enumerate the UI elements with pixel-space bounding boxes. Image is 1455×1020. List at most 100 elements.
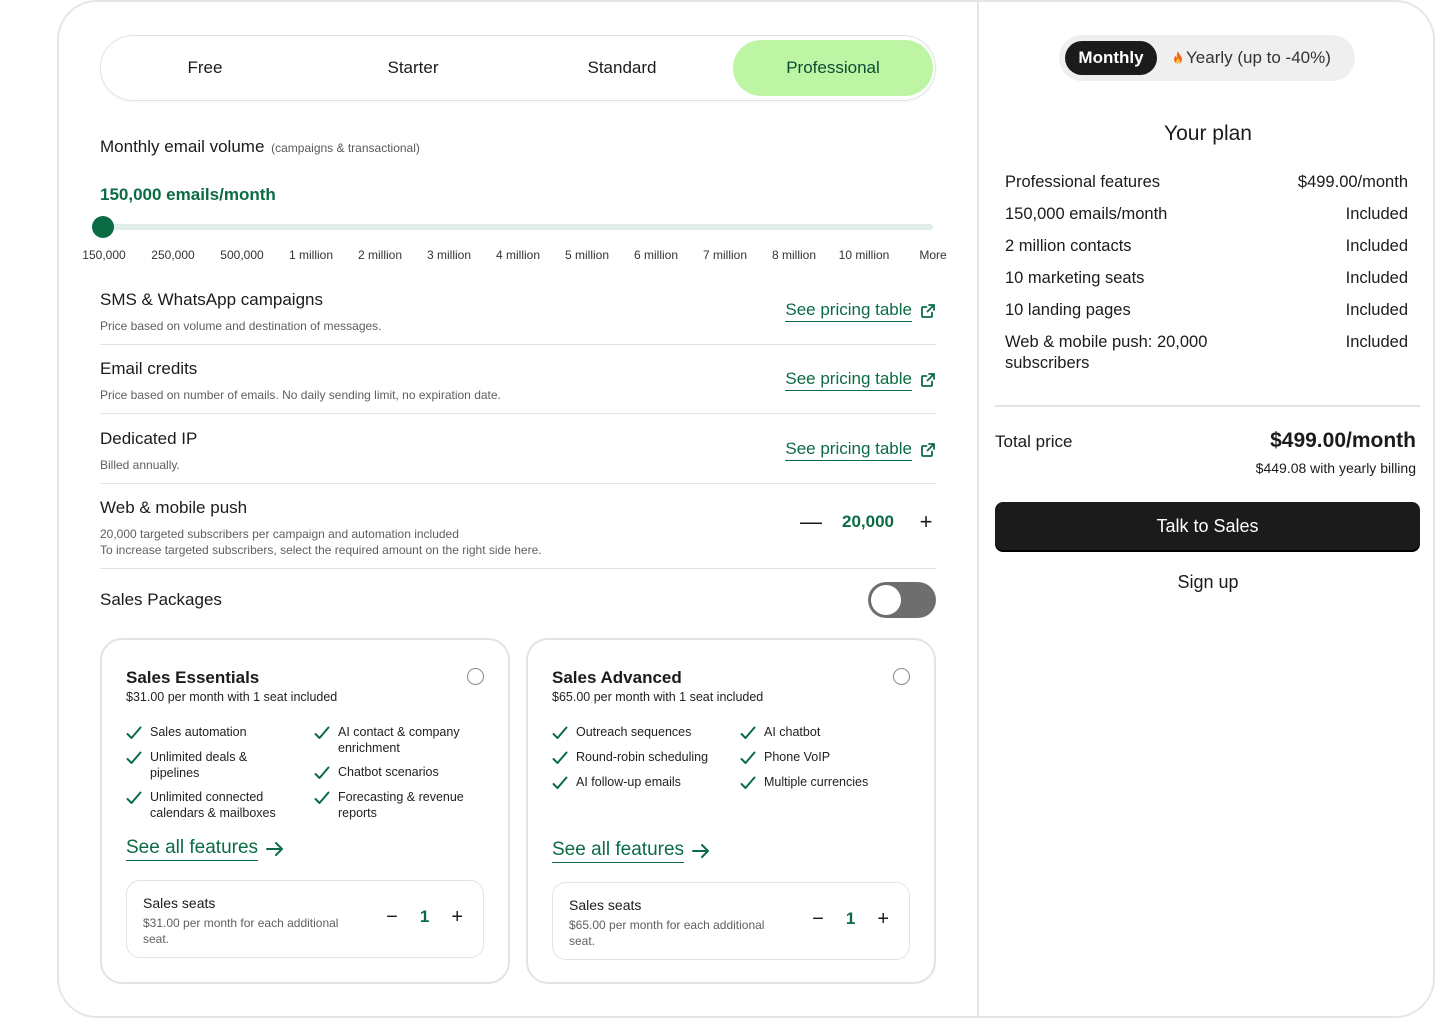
- seats-desc: $31.00 per month for each additional sea…: [143, 916, 339, 946]
- sales-advanced-radio[interactable]: [893, 668, 910, 685]
- feature-label: Chatbot scenarios: [338, 765, 439, 779]
- volume-slider-track[interactable]: [103, 224, 933, 230]
- check-icon: [740, 751, 756, 764]
- feature-list-right: AI contact & company enrichment Chatbot …: [314, 724, 484, 829]
- slider-tick-label[interactable]: 6 million: [634, 248, 678, 262]
- sales-advanced-card[interactable]: Sales Advanced $65.00 per month with 1 s…: [526, 638, 936, 984]
- sms-pricing-link[interactable]: See pricing table: [785, 300, 936, 322]
- check-icon: [126, 726, 142, 739]
- check-icon: [552, 726, 568, 739]
- divider: [995, 405, 1420, 407]
- external-link-icon: [921, 304, 935, 318]
- divider: [100, 483, 936, 484]
- plan-row-label: 150,000 emails/month: [1005, 205, 1168, 223]
- plan-row: 150,000 emails/month Included: [1005, 204, 1408, 225]
- divider: [100, 413, 936, 414]
- feature-label: AI contact & company enrichment: [338, 725, 460, 755]
- feature-list-left: Outreach sequences Round-robin schedulin…: [552, 724, 722, 799]
- slider-tick-label[interactable]: 5 million: [565, 248, 609, 262]
- push-value: 20,000: [842, 512, 894, 531]
- sales-seats-box: Sales seats $65.00 per month for each ad…: [552, 882, 910, 960]
- seats-increment-button[interactable]: +: [877, 909, 889, 929]
- card-subtitle: $65.00 per month with 1 seat included: [552, 690, 764, 704]
- external-link-icon: [921, 373, 935, 387]
- feature-item: AI follow-up emails: [552, 774, 722, 791]
- plan-row-label: Web & mobile push: 20,000 subscribers: [1005, 333, 1208, 372]
- plan-row: 10 marketing seats Included: [1005, 268, 1408, 289]
- volume-heading-label: Monthly email volume: [100, 137, 265, 156]
- volume-slider-handle[interactable]: [92, 216, 114, 238]
- check-icon: [126, 791, 142, 804]
- fire-icon: [1174, 51, 1182, 64]
- volume-heading-sub: (campaigns & transactional): [271, 141, 420, 155]
- see-all-features-link[interactable]: See all features: [552, 839, 710, 863]
- seats-stepper: − 1 +: [386, 907, 463, 927]
- panel-divider: [977, 2, 979, 1016]
- plan-row-value: Included: [1345, 237, 1408, 255]
- slider-tick-label[interactable]: 500,000: [220, 248, 263, 262]
- check-icon: [314, 726, 330, 739]
- arrow-right-icon: [692, 844, 710, 858]
- check-icon: [552, 776, 568, 789]
- tab-free[interactable]: Free: [105, 40, 305, 96]
- credits-pricing-link[interactable]: See pricing table: [785, 369, 936, 391]
- feature-item: Chatbot scenarios: [314, 764, 484, 781]
- tab-starter[interactable]: Starter: [313, 40, 513, 96]
- billing-monthly-button[interactable]: Monthly: [1065, 41, 1157, 75]
- plan-row: 2 million contacts Included: [1005, 236, 1408, 257]
- billing-yearly-button[interactable]: Yearly (up to -40%): [1171, 41, 1331, 75]
- slider-tick-label[interactable]: 10 million: [839, 248, 890, 262]
- slider-tick-label[interactable]: 8 million: [772, 248, 816, 262]
- seats-decrement-button[interactable]: −: [812, 909, 824, 929]
- check-icon: [740, 776, 756, 789]
- push-increment-button[interactable]: +: [916, 511, 936, 533]
- total-yearly-note: $449.08 with yearly billing: [1255, 460, 1416, 476]
- plan-summary: Professional features $499.00/month 150,00…: [1005, 172, 1408, 385]
- divider: [100, 344, 936, 345]
- push-row: Web & mobile push 20,000 targeted subscr…: [100, 498, 936, 558]
- volume-value: 150,000 emails/month: [100, 185, 276, 204]
- credits-row: Email credits Price based on number of e…: [100, 359, 936, 403]
- feature-item: Phone VoIP: [740, 749, 910, 766]
- sales-essentials-card[interactable]: Sales Essentials $31.00 per month with 1…: [100, 638, 510, 984]
- feature-item: Unlimited connected calendars & mailboxe…: [126, 789, 296, 821]
- billing-yearly-label: Yearly (up to -40%): [1186, 48, 1331, 67]
- plan-row-value: Included: [1345, 333, 1408, 351]
- ip-pricing-link[interactable]: See pricing table: [785, 439, 936, 461]
- seats-value: 1: [845, 909, 856, 928]
- plan-row: 10 landing pages Included: [1005, 300, 1408, 321]
- tab-standard[interactable]: Standard: [522, 40, 722, 96]
- slider-tick-label[interactable]: 4 million: [496, 248, 540, 262]
- seats-title: Sales seats: [569, 897, 642, 913]
- total-price-value: $499.00/month: [1270, 429, 1416, 452]
- plan-row: Web & mobile push: 20,000 subscribers Inc…: [1005, 332, 1408, 374]
- slider-tick-label[interactable]: 250,000: [151, 248, 194, 262]
- check-icon: [126, 751, 142, 764]
- billing-toggle: Monthly Yearly (up to -40%): [1059, 35, 1355, 81]
- tab-professional[interactable]: Professional: [733, 40, 933, 96]
- push-decrement-button[interactable]: —: [800, 511, 822, 533]
- slider-tick-label[interactable]: 150,000: [82, 248, 125, 262]
- feature-item: AI contact & company enrichment: [314, 724, 484, 756]
- seats-value: 1: [419, 907, 430, 926]
- slider-tick-label[interactable]: 2 million: [358, 248, 402, 262]
- card-title: Sales Essentials: [126, 668, 260, 687]
- slider-tick-label[interactable]: More: [919, 248, 946, 262]
- check-icon: [314, 791, 330, 804]
- slider-tick-label[interactable]: 1 million: [289, 248, 333, 262]
- talk-to-sales-button[interactable]: Talk to Sales: [995, 502, 1420, 550]
- sales-packages-toggle[interactable]: [868, 582, 936, 618]
- sales-essentials-radio[interactable]: [467, 668, 484, 685]
- external-link-icon: [921, 443, 935, 457]
- see-all-features-link[interactable]: See all features: [126, 837, 284, 861]
- feature-list-left: Sales automation Unlimited deals & pipel…: [126, 724, 296, 829]
- slider-tick-label[interactable]: 3 million: [427, 248, 471, 262]
- seats-increment-button[interactable]: +: [451, 907, 463, 927]
- toggle-knob: [871, 585, 901, 615]
- plan-row-label: 2 million contacts: [1005, 237, 1132, 255]
- sales-seats-box: Sales seats $31.00 per month for each ad…: [126, 880, 484, 958]
- check-icon: [552, 751, 568, 764]
- seats-decrement-button[interactable]: −: [386, 907, 398, 927]
- sign-up-link[interactable]: Sign up: [979, 572, 1433, 593]
- slider-tick-label[interactable]: 7 million: [703, 248, 747, 262]
